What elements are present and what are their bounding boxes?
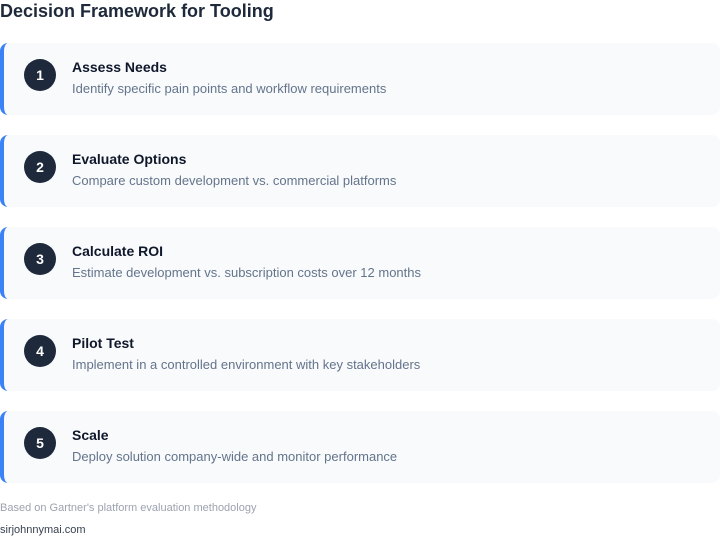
step-description: Deploy solution company-wide and monitor…	[72, 449, 398, 464]
step-description: Identify specific pain points and workfl…	[72, 81, 387, 96]
step-number-badge: 4	[24, 335, 56, 367]
step-card: 1 Assess Needs Identify specific pain po…	[0, 43, 720, 115]
steps-list: 1 Assess Needs Identify specific pain po…	[0, 43, 720, 503]
step-title: Assess Needs	[72, 59, 167, 75]
step-title: Pilot Test	[72, 335, 134, 351]
step-card: 3 Calculate ROI Estimate development vs.…	[0, 227, 720, 299]
step-title: Evaluate Options	[72, 151, 187, 167]
step-description: Estimate development vs. subscription co…	[72, 265, 421, 280]
step-number-badge: 5	[24, 427, 56, 459]
step-title: Scale	[72, 427, 109, 443]
step-title: Calculate ROI	[72, 243, 164, 259]
step-card: 4 Pilot Test Implement in a controlled e…	[0, 319, 720, 391]
step-number-badge: 1	[24, 59, 56, 91]
page: Decision Framework for Tooling 1 Assess …	[0, 0, 720, 537]
page-title: Decision Framework for Tooling	[0, 1, 274, 21]
step-card: 2 Evaluate Options Compare custom develo…	[0, 135, 720, 207]
source-note: Based on Gartner's platform evaluation m…	[0, 502, 257, 514]
step-description: Implement in a controlled environment wi…	[72, 357, 421, 372]
step-description: Compare custom development vs. commercia…	[72, 173, 397, 188]
step-number-badge: 3	[24, 243, 56, 275]
footer-site-name: sirjohnnymai.com	[0, 524, 86, 536]
step-card: 5 Scale Deploy solution company-wide and…	[0, 411, 720, 483]
step-number-badge: 2	[24, 151, 56, 183]
